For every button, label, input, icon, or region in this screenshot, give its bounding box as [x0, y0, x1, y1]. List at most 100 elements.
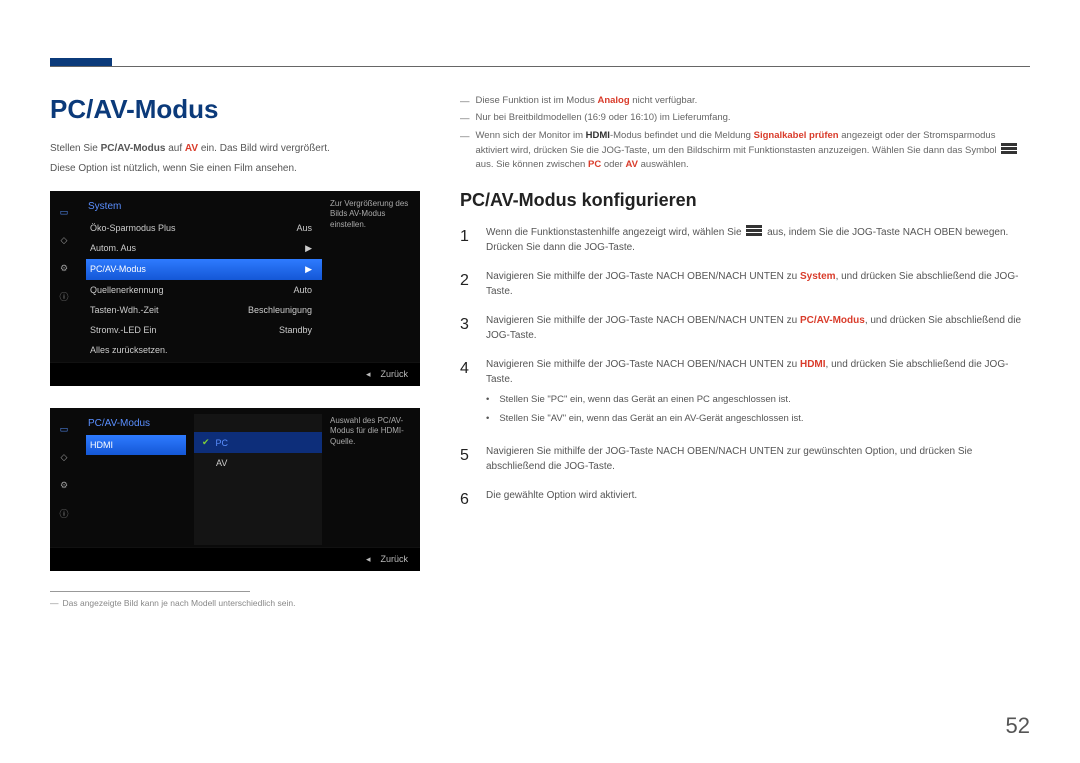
t: Wenn die Funktionstastenhilfe angezeigt …	[486, 227, 744, 238]
osd-menu-pcav: ▭ ◇ ⚙ ⓘ PC/AV-Modus HDMI ✔PC AV	[50, 408, 420, 571]
gear-icon: ⚙	[56, 478, 72, 492]
osd-row-highlight: PC/AV-Modus▶	[86, 259, 322, 280]
t: aus. Sie können zwischen	[476, 159, 588, 170]
osd-row: Öko-Sparmodus Plus Aus	[86, 218, 322, 238]
t: Stellen Sie	[50, 143, 101, 154]
osd-menu-system: ▭ ◇ ⚙ ⓘ System Öko-Sparmodus Plus Aus Aut…	[50, 191, 420, 386]
t: -Modus befindet und die Meldung	[610, 130, 754, 141]
t: Navigieren Sie mithilfe der JOG-Taste NA…	[486, 444, 1030, 474]
t: Navigieren Sie mithilfe der JOG-Taste NA…	[486, 271, 800, 282]
t: Stellen Sie "AV" ein, wenn das Gerät an …	[499, 412, 803, 426]
t: Navigieren Sie mithilfe der JOG-Taste NA…	[486, 315, 800, 326]
osd-row: Tasten-Wdh.-Zeit Beschleunigung	[86, 300, 322, 320]
footnote-rule	[50, 591, 250, 592]
osd-footer: ◂ Zurück	[50, 547, 420, 571]
page-content: PC/AV-Modus Stellen Sie PC/AV-Modus auf …	[50, 94, 1030, 608]
l: PC/AV-Modus	[90, 264, 146, 275]
t: oder	[601, 159, 625, 170]
list-item: Stellen Sie "PC" ein, wenn das Gerät an …	[486, 393, 1030, 407]
v: Beschleunigung	[248, 305, 312, 315]
osd-row: Alles zurücksetzen.	[86, 340, 322, 360]
step-item: Wenn die Funktionstastenhilfe angezeigt …	[460, 225, 1030, 255]
osd-suboption-av: AV	[194, 453, 322, 473]
t: Drücken Sie dann die JOG-Taste.	[486, 242, 635, 253]
l: Alles zurücksetzen.	[90, 345, 168, 355]
t: auf	[165, 143, 184, 154]
step-item: Navigieren Sie mithilfe der JOG-Taste NA…	[460, 444, 1030, 474]
l: Autom. Aus	[90, 243, 136, 254]
t: Diese Funktion ist im Modus	[476, 95, 598, 106]
l: Stromv.-LED Ein	[90, 325, 156, 335]
t: System	[800, 271, 836, 282]
osd-main: System Öko-Sparmodus Plus Aus Autom. Aus ▶…	[78, 191, 328, 362]
t: ein. Das Bild wird vergrößert.	[198, 143, 330, 154]
t: Analog	[597, 95, 629, 106]
notes-block: ― Diese Funktion ist im Modus Analog nic…	[460, 94, 1030, 172]
osd-row: Stromv.-LED Ein Standby	[86, 320, 322, 340]
l: AV	[216, 458, 227, 468]
step-item: Navigieren Sie mithilfe der JOG-Taste NA…	[460, 313, 1030, 343]
l: HDMI	[90, 440, 113, 450]
osd-description: Zur Vergrößerung des Bilds AV-Modus eins…	[328, 191, 420, 362]
t: Die gewählte Option wird aktiviert.	[486, 488, 1030, 512]
osd-row-highlight: HDMI	[86, 435, 186, 455]
osd-suboption-pc: ✔ PC	[194, 432, 322, 453]
note-line: ― Diese Funktion ist im Modus Analog nic…	[460, 94, 1030, 109]
t: AV	[625, 159, 638, 170]
osd-row: Autom. Aus ▶	[86, 238, 322, 259]
t: aus, indem Sie die JOG-Taste NACH OBEN b…	[764, 227, 1008, 238]
t: HDMI	[586, 130, 610, 141]
v: Standby	[279, 325, 312, 335]
left-column: PC/AV-Modus Stellen Sie PC/AV-Modus auf …	[50, 94, 430, 608]
info-icon: ⓘ	[56, 506, 72, 520]
monitor-icon: ▭	[56, 205, 72, 219]
inner-list: Stellen Sie "PC" ein, wenn das Gerät an …	[486, 393, 1030, 426]
step-item: Navigieren Sie mithilfe der JOG-Taste NA…	[460, 269, 1030, 299]
t: Wenn sich der Monitor im	[476, 130, 586, 141]
note-line: ― Nur bei Breitbildmodellen (16:9 oder 1…	[460, 111, 1030, 126]
section-heading: PC/AV-Modus konfigurieren	[460, 190, 1030, 211]
t: HDMI	[800, 359, 826, 370]
v: Aus	[296, 223, 312, 233]
t: Signalkabel prüfen	[754, 130, 839, 141]
v: Auto	[293, 285, 312, 295]
osd-sidebar: ▭ ◇ ⚙ ⓘ	[50, 408, 78, 547]
osd-subpanel: ✔ PC AV	[194, 414, 322, 545]
osd-sidebar: ▭ ◇ ⚙ ⓘ	[50, 191, 78, 362]
step-item: Die gewählte Option wird aktiviert.	[460, 488, 1030, 512]
back-icon: ◂	[366, 554, 371, 564]
picture-icon: ◇	[56, 450, 72, 464]
osd-description: Auswahl des PC/AV-Modus für die HDMI-Que…	[328, 408, 420, 547]
osd-title: System	[86, 197, 322, 218]
list-item: Stellen Sie "AV" ein, wenn das Gerät an …	[486, 412, 1030, 426]
page-number: 52	[1006, 713, 1030, 739]
page-title: PC/AV-Modus	[50, 94, 430, 125]
v: ▶	[305, 243, 312, 254]
gear-icon: ⚙	[56, 261, 72, 275]
osd-footer: ◂ Zurück	[50, 362, 420, 386]
check-icon: ✔	[202, 437, 210, 448]
l: Tasten-Wdh.-Zeit	[90, 305, 159, 315]
l: Öko-Sparmodus Plus	[90, 223, 176, 233]
note-line: ― Wenn sich der Monitor im HDMI-Modus be…	[460, 129, 1030, 173]
steps-list: Wenn die Funktionstastenhilfe angezeigt …	[460, 225, 1030, 512]
header-accent	[50, 58, 112, 66]
t: auswählen.	[638, 159, 689, 170]
back-icon: ◂	[366, 369, 371, 379]
header-rule	[50, 66, 1030, 67]
menu-icon	[746, 225, 762, 236]
t: Nur bei Breitbildmodellen (16:9 oder 16:…	[476, 111, 731, 126]
footnote: ―Das angezeigte Bild kann je nach Modell…	[50, 598, 430, 608]
info-icon: ⓘ	[56, 289, 72, 303]
back-label: Zurück	[380, 369, 408, 379]
picture-icon: ◇	[56, 233, 72, 247]
monitor-icon: ▭	[56, 422, 72, 436]
t: AV	[185, 143, 198, 154]
l: Quellenerkennung	[90, 285, 164, 295]
menu-icon	[1001, 143, 1017, 154]
l: PC	[216, 438, 229, 448]
back-label: Zurück	[380, 554, 408, 564]
t: Stellen Sie "PC" ein, wenn das Gerät an …	[499, 393, 790, 407]
footnote-text: Das angezeigte Bild kann je nach Modell …	[63, 598, 296, 608]
t: PC	[588, 159, 601, 170]
